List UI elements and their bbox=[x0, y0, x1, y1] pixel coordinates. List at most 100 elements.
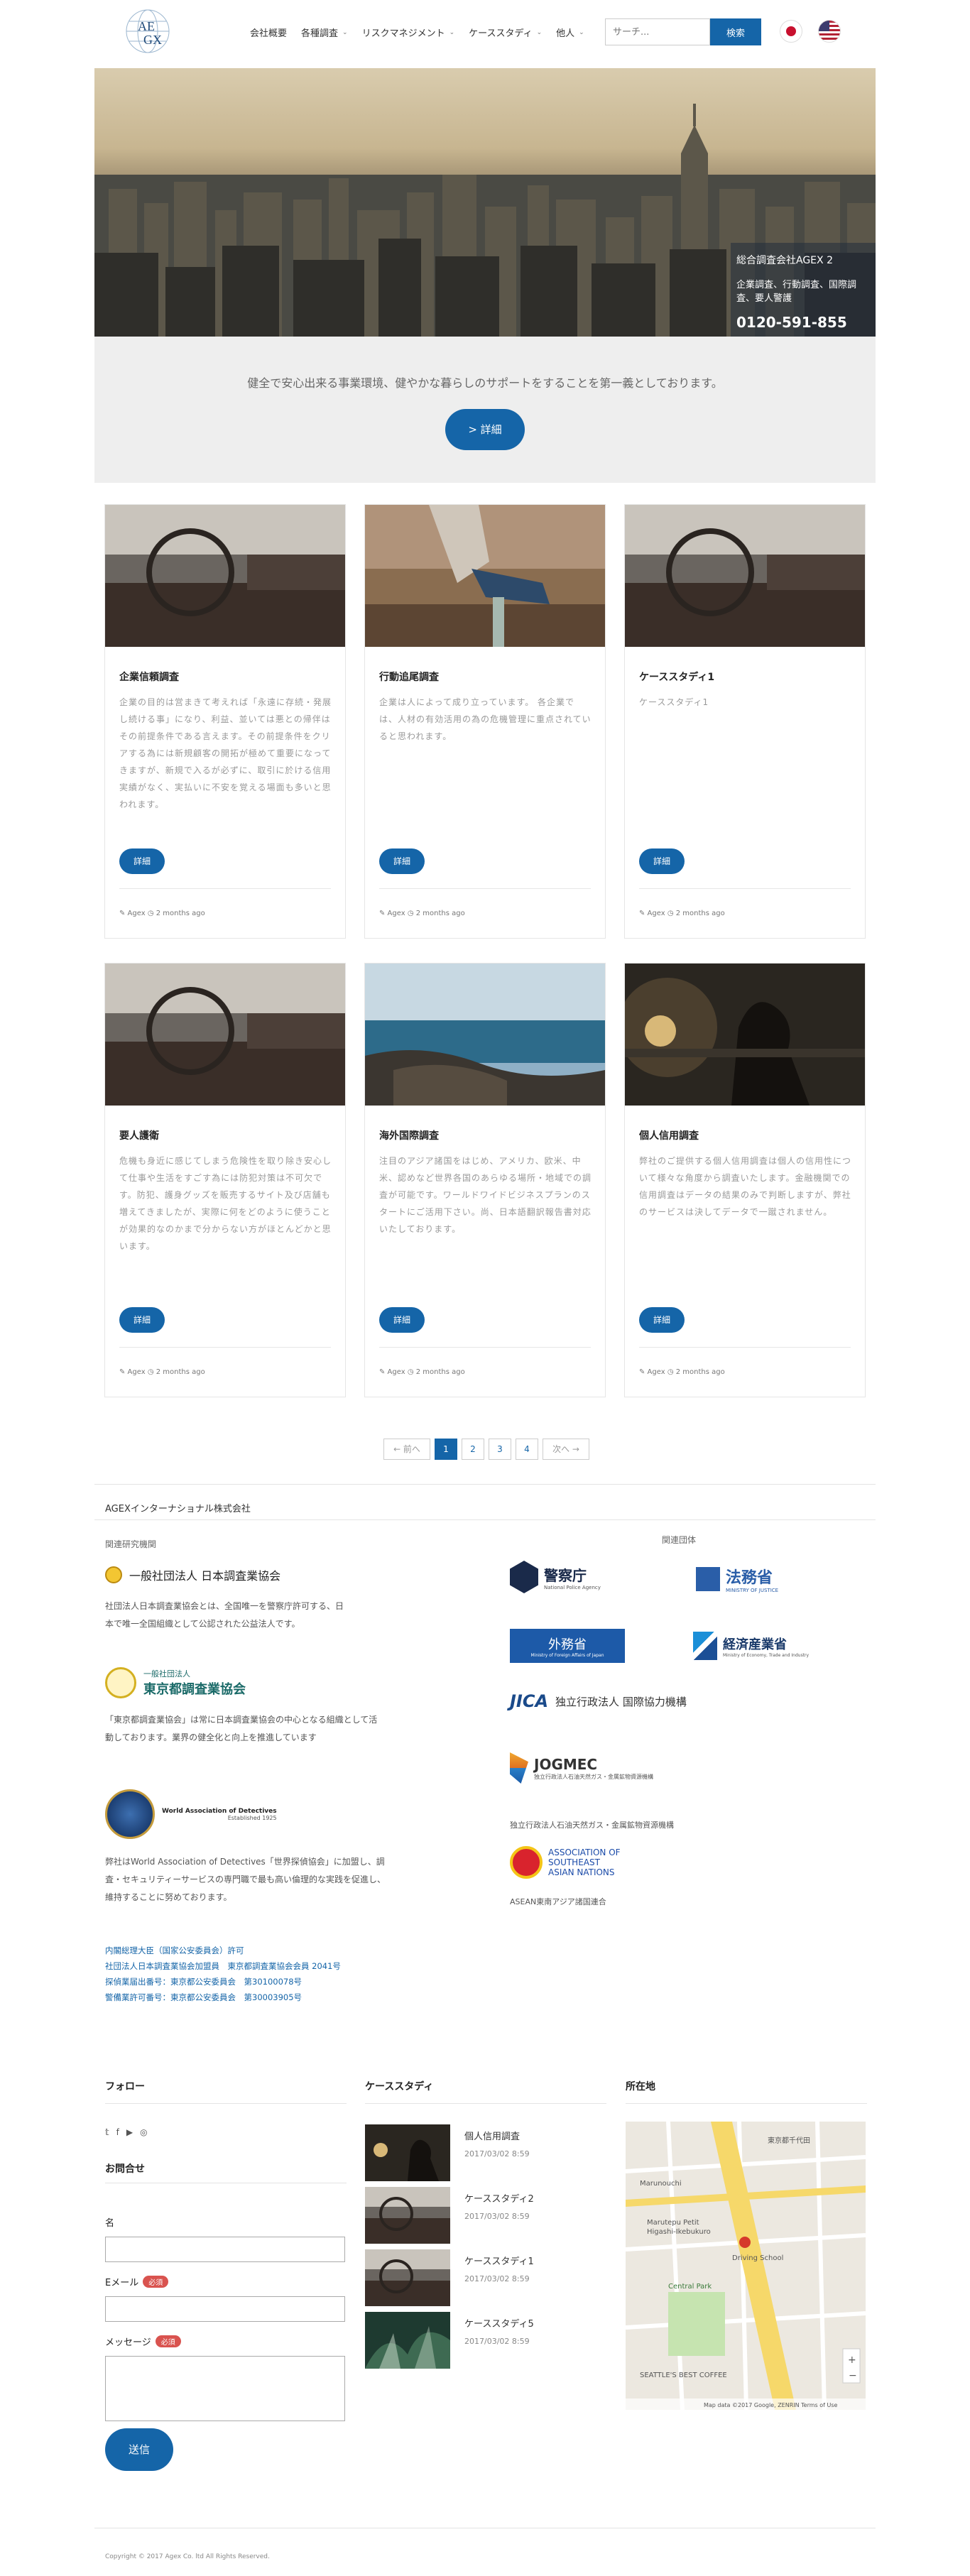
card-meta: ✎ Agex ◷ 2 months ago bbox=[119, 1368, 205, 1376]
card-title[interactable]: 個人信用調査 bbox=[639, 1128, 699, 1142]
case-study-item[interactable]: ケーススタディ1 2017/03/02 8:59 bbox=[365, 2249, 534, 2306]
card-detail-button[interactable]: 詳細 bbox=[639, 1307, 685, 1333]
wad-name: World Association of Detectives bbox=[162, 1807, 277, 1815]
page-2-button[interactable]: 2 bbox=[462, 1439, 484, 1460]
mofa-name-en: Ministry of Foreign Affairs of Japan bbox=[530, 1652, 604, 1658]
moj-logo[interactable]: 法務省 MINISTRY OF JUSTICE bbox=[696, 1565, 778, 1593]
asean-logo[interactable]: ASSOCIATION OF SOUTHEAST ASIAN NATIONS bbox=[510, 1846, 626, 1879]
license-link[interactable]: 警備業許可番号：東京都公安委員会 第30003905号 bbox=[105, 1990, 341, 2005]
case-study-item[interactable]: ケーススタディ2 2017/03/02 8:59 bbox=[365, 2187, 534, 2244]
card-thumbnail[interactable] bbox=[105, 964, 345, 1106]
page-3-button[interactable]: 3 bbox=[489, 1439, 511, 1460]
card-meta: ✎ Agex ◷ 2 months ago bbox=[379, 910, 465, 917]
wad-globe-icon bbox=[105, 1789, 155, 1839]
twitter-icon[interactable]: 𝕥 bbox=[105, 2127, 109, 2137]
jogmec-logo[interactable]: JOGMEC 独立行政法人石油天然ガス・金属鉱物資源機構 bbox=[510, 1752, 653, 1784]
meti-name: 経済産業省 bbox=[723, 1637, 787, 1652]
nav-case-study[interactable]: ケーススタディ ⌄ bbox=[462, 26, 549, 39]
card-title[interactable]: 海外国際調査 bbox=[379, 1128, 439, 1142]
asean-name: ASSOCIATION OF SOUTHEAST ASIAN NATIONS bbox=[548, 1848, 621, 1877]
case-date: 2017/03/02 8:59 bbox=[464, 2337, 530, 2346]
license-link[interactable]: 社団法人日本調査業協会加盟員 東京都調査業協会会員 2041号 bbox=[105, 1958, 341, 1974]
hero-phone[interactable]: 0120-591-855 bbox=[736, 314, 870, 331]
zoom-out-icon[interactable]: − bbox=[849, 2370, 857, 2381]
card-thumbnail[interactable] bbox=[625, 505, 865, 647]
svg-text:AE: AE bbox=[138, 19, 155, 33]
prev-page-button[interactable]: ← 前へ bbox=[383, 1439, 430, 1460]
license-link[interactable]: 内閣総理大臣（国家公安委員会）許可 bbox=[105, 1943, 341, 1958]
widget-divider bbox=[365, 2103, 606, 2104]
jogmec-name-block: JOGMEC 独立行政法人石油天然ガス・金属鉱物資源機構 bbox=[534, 1756, 653, 1781]
meti-logo[interactable]: 経済産業省 Ministry of Economy, Trade and Ind… bbox=[693, 1632, 809, 1660]
mofa-logo[interactable]: 外務省 Ministry of Foreign Affairs of Japan bbox=[510, 1629, 625, 1663]
card-title[interactable]: 行動追尾調査 bbox=[379, 670, 439, 684]
page-4-button[interactable]: 4 bbox=[516, 1439, 538, 1460]
card-thumbnail[interactable] bbox=[625, 964, 865, 1106]
card-detail-button[interactable]: 詳細 bbox=[379, 1307, 425, 1333]
card-thumbnail[interactable] bbox=[365, 505, 605, 647]
tokyo-association-logo[interactable]: 一般社団法人 東京都調査業協会 bbox=[105, 1667, 246, 1698]
jica-logo[interactable]: JICA 独立行政法人 国際協力機構 bbox=[510, 1691, 687, 1711]
tokyo-name: 東京都調査業協会 bbox=[143, 1682, 246, 1697]
required-badge: 必須 bbox=[155, 2335, 181, 2347]
search-button[interactable]: 検索 bbox=[710, 18, 761, 45]
card-thumbnail[interactable] bbox=[365, 964, 605, 1106]
hero-detail-button[interactable]: > 詳細 bbox=[445, 409, 525, 450]
section-divider bbox=[94, 1519, 876, 1520]
zoom-in-icon[interactable]: + bbox=[848, 2354, 856, 2366]
coastline-image bbox=[365, 964, 605, 1106]
youtube-icon[interactable]: ▶ bbox=[126, 2127, 133, 2137]
map-label: SEATTLE'S BEST COFFEE bbox=[640, 2372, 727, 2379]
send-button[interactable]: 送信 bbox=[105, 2428, 173, 2471]
nav-label: 会社概要 bbox=[250, 28, 288, 39]
card-detail-button[interactable]: 詳細 bbox=[119, 1307, 165, 1333]
name-label: 名 bbox=[105, 2215, 114, 2229]
card-title[interactable]: 企業信頼調査 bbox=[119, 670, 179, 684]
card-divider bbox=[639, 888, 851, 889]
facebook-icon[interactable]: f bbox=[116, 2127, 119, 2137]
nav-company[interactable]: 会社概要 bbox=[243, 26, 294, 39]
wad-logo[interactable]: World Association of Detectives Establis… bbox=[105, 1789, 277, 1839]
nav-risk-management[interactable]: リスクマネジメント ⌄ bbox=[355, 26, 462, 39]
case-text: ケーススタディ5 2017/03/02 8:59 bbox=[464, 2312, 534, 2369]
page-1-button[interactable]: 1 bbox=[435, 1439, 457, 1460]
card-title[interactable]: 要人護衛 bbox=[119, 1128, 159, 1142]
moj-name: 法務省 bbox=[726, 1569, 773, 1587]
mofa-name: 外務省 bbox=[548, 1637, 587, 1652]
jogmec-sub: 独立行政法人石油天然ガス・金属鉱物資源機構 bbox=[534, 1773, 653, 1780]
instagram-icon[interactable]: ◎ bbox=[140, 2127, 147, 2137]
npa-name-en: National Police Agency bbox=[544, 1584, 601, 1590]
card-detail-button[interactable]: 詳細 bbox=[639, 848, 685, 874]
card-title[interactable]: ケーススタディ1 bbox=[639, 670, 714, 684]
hero-services: 企業調査、行動調査、国際調査、要人警護 bbox=[736, 280, 857, 304]
name-field[interactable] bbox=[105, 2237, 345, 2262]
next-page-button[interactable]: 次へ → bbox=[543, 1439, 589, 1460]
nav-other[interactable]: 他人 ⌄ bbox=[549, 26, 592, 39]
card-detail-button[interactable]: 詳細 bbox=[379, 848, 425, 874]
nav-investigations[interactable]: 各種調査 ⌄ bbox=[294, 26, 355, 39]
jrca-name: 一般社団法人 日本調査業協会 bbox=[129, 1569, 281, 1583]
card-divider bbox=[379, 888, 591, 889]
case-date: 2017/03/02 8:59 bbox=[464, 2274, 530, 2283]
tokyo-description: 「東京都調査業協会」は常に日本調査業協会の中心となる組織として活動しております。… bbox=[105, 1715, 378, 1742]
location-map[interactable]: 東京都千代田 Marunouchi Marutepu Petit Higashi… bbox=[626, 2122, 866, 2410]
card-detail-button[interactable]: 詳細 bbox=[119, 848, 165, 874]
message-textarea[interactable] bbox=[105, 2356, 345, 2421]
widget-divider bbox=[105, 2103, 347, 2104]
site-header: AE GX 会社概要 各種調査 ⌄ リスクマネジメント ⌄ ケーススタディ ⌄ 他人 ⌄… bbox=[0, 0, 970, 68]
case-title: ケーススタディ2 bbox=[464, 2194, 534, 2205]
site-logo[interactable]: AE GX bbox=[122, 7, 176, 57]
japanese-flag-icon[interactable] bbox=[780, 20, 802, 43]
license-link[interactable]: 探偵業届出番号：東京都公安委員会 第30100078号 bbox=[105, 1974, 341, 1990]
card-thumbnail[interactable] bbox=[105, 505, 345, 647]
case-thumbnail bbox=[365, 2124, 450, 2181]
case-study-item[interactable]: ケーススタディ5 2017/03/02 8:59 bbox=[365, 2312, 534, 2369]
chevron-down-icon: ⌄ bbox=[536, 28, 543, 36]
us-flag-icon[interactable] bbox=[818, 20, 841, 43]
npa-logo[interactable]: 警察庁 National Police Agency bbox=[510, 1561, 601, 1593]
case-study-item[interactable]: 個人信用調査 2017/03/02 8:59 bbox=[365, 2124, 530, 2181]
email-field[interactable] bbox=[105, 2296, 345, 2322]
search-input[interactable] bbox=[605, 18, 710, 45]
case-text: ケーススタディ2 2017/03/02 8:59 bbox=[464, 2187, 534, 2244]
jrca-logo[interactable]: 一般社団法人 日本調査業協会 bbox=[105, 1566, 280, 1583]
